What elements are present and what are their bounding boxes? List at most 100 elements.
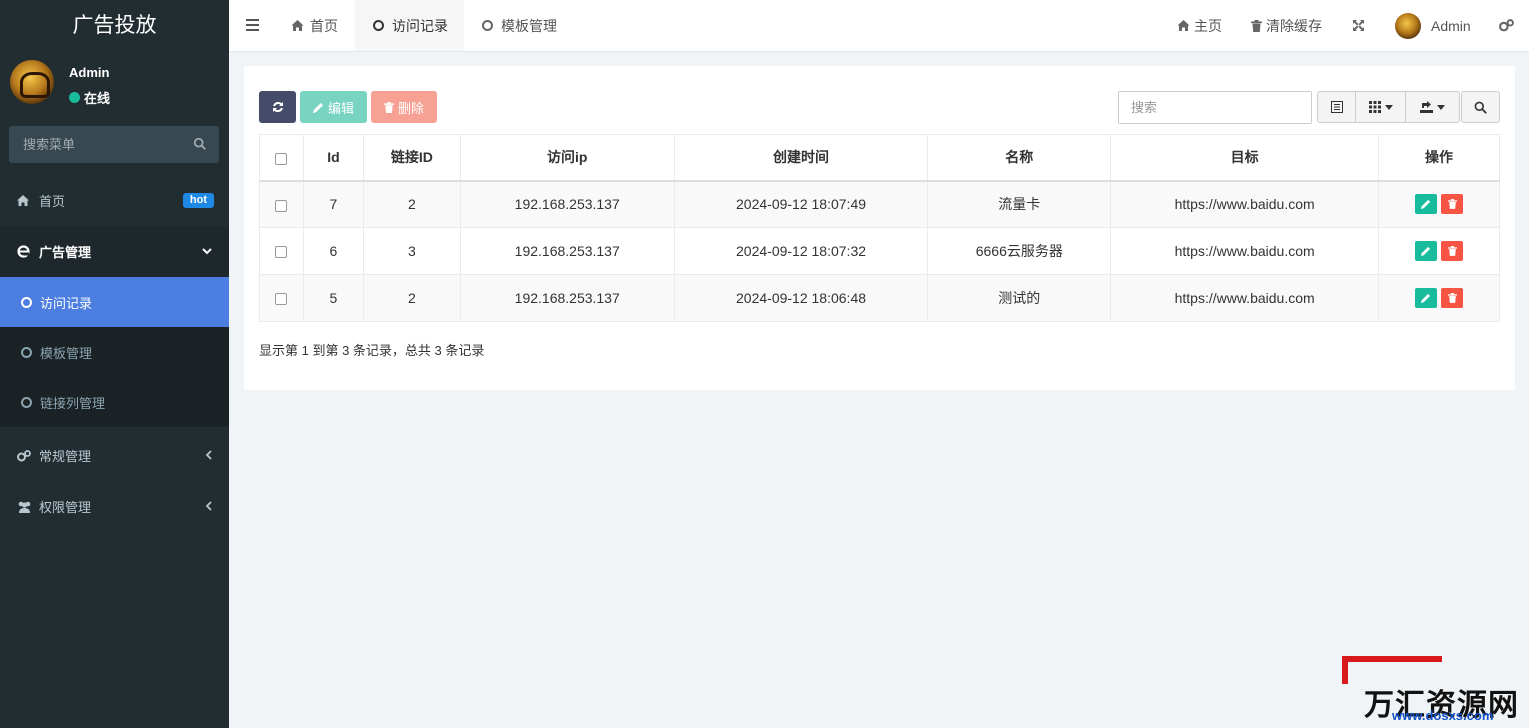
circle-icon (373, 20, 384, 31)
tab-templates[interactable]: 模板管理 (482, 0, 592, 51)
columns-button[interactable] (1356, 92, 1406, 122)
sidebar-item-general[interactable]: 常规管理 (0, 430, 229, 481)
cogs-icon (17, 449, 33, 462)
cell-id: 7 (302, 180, 364, 228)
user-menu-label: Admin (1431, 17, 1471, 34)
nav-home[interactable]: 主页 (1177, 0, 1222, 51)
pagination-summary: 显示第 1 到第 3 条记录，总共 3 条记录 (259, 343, 485, 358)
chevron-down-icon (202, 246, 212, 258)
cogs-icon (1499, 19, 1514, 32)
refresh-button[interactable] (259, 91, 296, 123)
chevron-left-icon (205, 450, 212, 463)
caret-down-icon (1437, 104, 1445, 110)
clear-cache-button[interactable]: 清除缓存 (1251, 0, 1322, 51)
cell-ip: 192.168.253.137 (459, 180, 675, 228)
sidebar-item-ad-management[interactable]: 广告管理 (0, 226, 229, 277)
trash-icon (1447, 246, 1457, 256)
watermark-url: www.dosxs.com (1392, 708, 1494, 723)
export-button[interactable] (1406, 92, 1459, 122)
tab-visit-records[interactable]: 访问记录 (355, 0, 464, 51)
online-dot-icon (69, 92, 80, 103)
toggle-view-button[interactable] (1318, 92, 1356, 122)
content-panel: 编辑 删除 Id 链接ID 访问ip 创建时间 (244, 66, 1515, 390)
user-status: 在线 (69, 88, 110, 107)
column-header[interactable]: 链接ID (362, 134, 461, 182)
tab-home[interactable]: 首页 (291, 0, 355, 51)
search-icon[interactable] (193, 137, 207, 151)
sidebar-item-home[interactable]: 首页 hot (0, 175, 229, 226)
table-search-input[interactable] (1119, 92, 1311, 123)
column-header[interactable]: Id (302, 134, 364, 182)
export-icon (1420, 101, 1433, 113)
sidebar: 广告投放 Admin 在线 首页 hot 广告管理 (0, 0, 229, 728)
cell-link-id: 2 (362, 274, 461, 322)
pencil-icon (1421, 200, 1431, 210)
row-edit-button[interactable] (1415, 194, 1438, 215)
sidebar-item-label: 模板管理 (40, 345, 93, 361)
advanced-search-button[interactable] (1461, 91, 1500, 123)
clear-cache-label: 清除缓存 (1266, 17, 1322, 34)
sidebar-item-label: 访问记录 (40, 295, 93, 311)
row-delete-button[interactable] (1441, 241, 1464, 261)
top-header: 首页 访问记录 模板管理 主页 清除缓存 Admin (229, 0, 1529, 52)
caret-down-icon (1384, 104, 1393, 110)
cell-actions (1378, 180, 1500, 228)
table-row[interactable]: 5 2 192.168.253.137 2024-09-12 18:06:48 … (259, 274, 1500, 322)
column-header[interactable]: 名称 (927, 134, 1112, 182)
watermark-logo: 万汇资源网 www.dosxs.com (1330, 652, 1529, 728)
cell-ip: 192.168.253.137 (459, 274, 675, 322)
edit-button[interactable]: 编辑 (300, 91, 367, 123)
select-all-cell (259, 134, 304, 182)
row-checkbox[interactable] (275, 246, 288, 259)
trash-icon (1251, 19, 1262, 32)
grid-icon (1368, 101, 1381, 113)
app-title[interactable]: 广告投放 (0, 0, 229, 52)
table-tools (1317, 91, 1460, 123)
refresh-icon (272, 102, 283, 112)
delete-button[interactable]: 删除 (371, 91, 437, 123)
cell-created: 2024-09-12 18:06:48 (673, 274, 929, 322)
cell-name: 流量卡 (927, 180, 1112, 228)
fullscreen-button[interactable] (1352, 0, 1365, 51)
sidebar-item-templates[interactable]: 模板管理 (0, 327, 229, 377)
row-select-cell (259, 227, 304, 275)
cell-name: 测试的 (927, 274, 1112, 322)
column-header[interactable]: 创建时间 (673, 134, 929, 182)
cell-created: 2024-09-12 18:07:32 (673, 227, 929, 275)
row-edit-button[interactable] (1415, 288, 1438, 308)
column-header: 操作 (1378, 134, 1500, 182)
sidebar-item-visit-records[interactable]: 访问记录 (0, 277, 229, 327)
list-icon (1330, 101, 1343, 113)
menu-search-input[interactable] (9, 126, 219, 163)
user-menu[interactable]: Admin (1395, 0, 1471, 51)
row-select-cell (259, 274, 304, 322)
cell-id: 5 (302, 274, 364, 322)
row-delete-button[interactable] (1441, 288, 1464, 308)
home-icon (291, 20, 304, 31)
menu-toggle-icon[interactable] (246, 19, 259, 31)
circle-icon (482, 20, 493, 31)
row-checkbox[interactable] (275, 199, 288, 212)
tab-label: 模板管理 (501, 17, 557, 34)
table-search (1118, 91, 1312, 124)
row-delete-button[interactable] (1441, 194, 1464, 215)
sidebar-item-permissions[interactable]: 权限管理 (0, 481, 229, 532)
sidebar-item-label: 权限管理 (39, 500, 92, 515)
table-row[interactable]: 7 2 192.168.253.137 2024-09-12 18:07:49 … (259, 180, 1500, 228)
trash-icon (383, 101, 394, 113)
sidebar-item-link-columns[interactable]: 链接列管理 (0, 377, 229, 427)
table-row[interactable]: 6 3 192.168.253.137 2024-09-12 18:07:32 … (259, 227, 1500, 275)
row-edit-button[interactable] (1415, 241, 1438, 261)
sidebar-item-label: 首页 (39, 194, 66, 209)
ie-icon (17, 245, 33, 258)
user-name: Admin (69, 65, 110, 80)
pencil-icon (1421, 293, 1431, 303)
column-header[interactable]: 目标 (1110, 134, 1380, 182)
row-checkbox[interactable] (275, 293, 288, 306)
cell-name: 6666云服务器 (927, 227, 1112, 275)
pencil-icon (312, 102, 323, 113)
tab-label: 访问记录 (392, 17, 448, 34)
settings-button[interactable] (1499, 0, 1514, 51)
select-all-checkbox[interactable] (275, 152, 288, 165)
column-header[interactable]: 访问ip (459, 134, 675, 182)
